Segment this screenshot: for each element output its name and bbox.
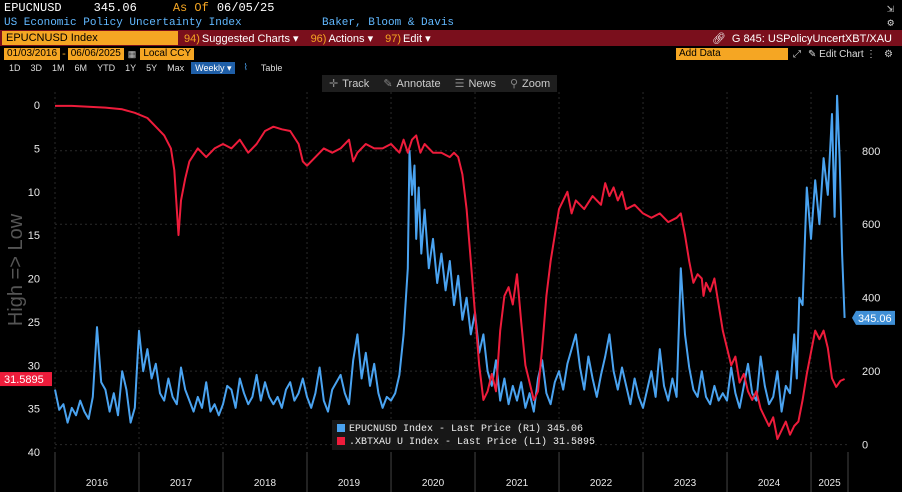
x-tick-label: 2016 — [86, 478, 109, 489]
legend-entry: .XBTXAU U Index - Last Price (L1) 31.589… — [349, 436, 595, 448]
chart-canvas[interactable]: 2016 2017 2018 2019 2020 2021 2022 2023 2024 2025… — [0, 0, 902, 492]
legend-swatch — [337, 437, 345, 445]
left-tick-label: 20 — [28, 274, 40, 286]
track-label: Track — [342, 78, 370, 90]
x-tick-label: 2025 — [818, 478, 841, 489]
annotate-label: Annotate — [396, 78, 441, 90]
x-tick-label: 2022 — [590, 478, 613, 489]
right-tick-label: 200 — [862, 366, 880, 378]
right-tick-label: 0 — [862, 440, 868, 452]
crosshair-icon: ✛ — [329, 78, 339, 90]
chart-toolbar: ✛ Track ✎ Annotate ☰ News ⚲ Zoom — [322, 75, 558, 92]
last-value-label-epu: 345.06 — [858, 313, 892, 325]
x-tick-label: 2019 — [338, 478, 361, 489]
left-tick-label: 15 — [28, 230, 40, 242]
left-tick-label: 10 — [28, 187, 40, 199]
annotate-button[interactable]: ✎ Annotate — [376, 77, 447, 90]
right-tick-label: 600 — [862, 219, 880, 231]
right-tick-label: 800 — [862, 146, 880, 158]
x-tick-label: 2021 — [506, 478, 529, 489]
left-tick-label: 35 — [28, 404, 40, 416]
left-tick-label: 5 — [34, 143, 40, 155]
left-tick-label: 25 — [28, 317, 40, 329]
last-value-label-xbtxau: 31.5895 — [4, 374, 44, 386]
right-tick-label: 400 — [862, 293, 880, 305]
news-label: News — [468, 78, 496, 90]
x-tick-label: 2017 — [170, 478, 193, 489]
zoom-label: Zoom — [522, 78, 551, 90]
magnifier-icon: ⚲ — [509, 78, 519, 90]
legend-entry: EPUCNUSD Index - Last Price (R1) 345.06 — [349, 423, 583, 435]
legend: EPUCNUSD Index - Last Price (R1) 345.06.… — [332, 420, 595, 450]
pencil-icon: ✎ — [383, 78, 393, 90]
track-button[interactable]: ✛ Track — [322, 77, 376, 90]
zoom-button[interactable]: ⚲ Zoom — [503, 77, 557, 90]
left-axis-title: High => Low — [5, 213, 27, 326]
x-tick-label: 2018 — [254, 478, 277, 489]
news-icon: ☰ — [454, 78, 465, 90]
news-button[interactable]: ☰ News — [448, 77, 503, 90]
x-tick-label: 2023 — [674, 478, 697, 489]
x-tick-label: 2024 — [758, 478, 781, 489]
left-tick-label: 30 — [28, 360, 40, 372]
left-tick-label: 0 — [34, 100, 40, 112]
left-tick-label: 40 — [28, 447, 40, 459]
legend-swatch — [337, 424, 345, 432]
x-tick-label: 2020 — [422, 478, 445, 489]
